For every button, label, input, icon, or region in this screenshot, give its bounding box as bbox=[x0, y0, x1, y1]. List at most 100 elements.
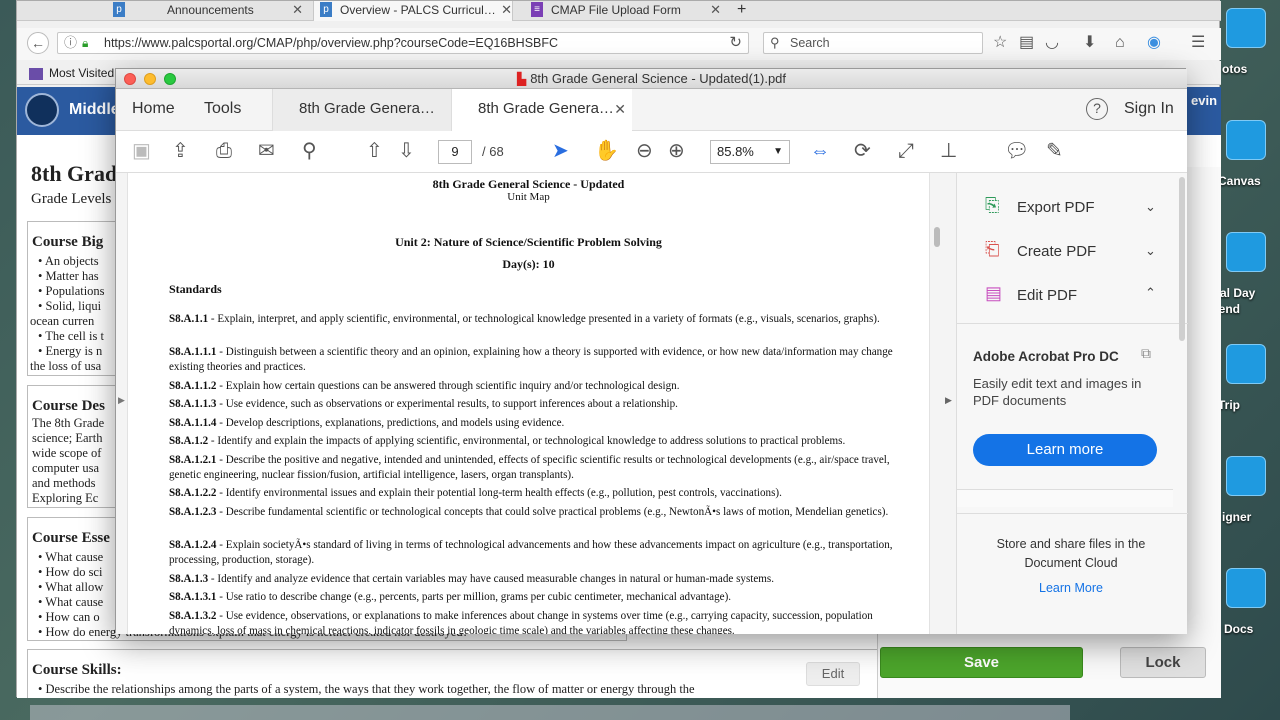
pdf-page[interactable]: 8th Grade General Science - Updated Unit… bbox=[128, 173, 929, 634]
save-icon[interactable]: ▣ bbox=[132, 139, 151, 163]
desktop-folder-icon[interactable] bbox=[1226, 568, 1266, 608]
zoom-select[interactable]: 85.8% ▼ bbox=[710, 140, 790, 164]
tab-label: CMAP File Upload Form bbox=[551, 3, 681, 17]
expand-left-panel-icon[interactable]: ▶ bbox=[118, 395, 125, 406]
copy-icon[interactable]: ⧉ bbox=[1141, 345, 1151, 362]
folder-icon bbox=[29, 67, 43, 80]
select-tool-icon[interactable]: ➤ bbox=[552, 139, 569, 163]
edit-pdf-label: Edit PDF bbox=[1017, 287, 1078, 304]
tab-home[interactable]: Home bbox=[132, 89, 175, 131]
zoom-window-icon[interactable] bbox=[164, 73, 176, 85]
desktop-label: Trip bbox=[1218, 398, 1241, 412]
export-pdf-item[interactable]: ⎘ Export PDF ⌄ bbox=[973, 195, 1173, 219]
collapsed-tools-list[interactable] bbox=[957, 489, 1173, 507]
lock-icon: 🔒︎ bbox=[82, 36, 89, 50]
url-text: https://www.palcsportal.org/CMAP/php/ove… bbox=[104, 36, 559, 50]
close-tab-icon[interactable]: ✕ bbox=[614, 89, 626, 129]
minimize-window-icon[interactable] bbox=[144, 73, 156, 85]
pocket-icon[interactable]: ◡ bbox=[1045, 33, 1059, 53]
user-name[interactable]: evin bbox=[1191, 93, 1217, 108]
page-number-input[interactable]: 9 bbox=[438, 140, 472, 164]
chevron-up-icon: ⌃ bbox=[1145, 285, 1156, 300]
learn-more-button[interactable]: Learn more bbox=[973, 434, 1157, 466]
print-icon[interactable]: ⎙ bbox=[216, 139, 232, 163]
comment-icon[interactable]: 💬︎ bbox=[1004, 139, 1029, 163]
search-input[interactable]: ⚲ Search bbox=[763, 32, 983, 54]
doc-subtitle: Unit Map bbox=[507, 191, 550, 203]
desktop-folder-icon[interactable] bbox=[1226, 344, 1266, 384]
highlight-icon[interactable]: ✎ bbox=[1046, 139, 1063, 163]
save-button[interactable]: Save bbox=[880, 647, 1083, 678]
email-icon[interactable]: ✉ bbox=[258, 139, 275, 163]
upload-cloud-icon[interactable]: ⇪ bbox=[172, 139, 189, 163]
hand-tool-icon[interactable]: ✋ bbox=[594, 139, 619, 163]
help-icon[interactable]: ? bbox=[1086, 98, 1108, 120]
fit-width-icon[interactable]: ⇔ bbox=[810, 139, 830, 163]
tab-label: Announcements bbox=[167, 3, 254, 17]
page-down-icon[interactable]: ⇩ bbox=[398, 139, 415, 163]
essential-item: How can o bbox=[45, 610, 100, 624]
zoom-out-icon[interactable]: ⊖ bbox=[636, 139, 653, 163]
essential-heading: Course Esse bbox=[32, 530, 110, 546]
reload-icon[interactable]: ↻ bbox=[729, 33, 742, 53]
tab-document-1[interactable]: 8th Grade Genera… bbox=[272, 89, 452, 131]
standard-item: S8.A.1.1.1 - Distinguish between a scien… bbox=[169, 346, 893, 373]
menu-icon[interactable]: ☰ bbox=[1191, 33, 1205, 53]
browser-tab[interactable]: ≡ CMAP File Upload Form ✕ bbox=[525, 1, 721, 21]
url-bar[interactable]: ⓘ 🔒︎ https://www.palcsportal.org/CMAP/ph… bbox=[57, 32, 749, 54]
tab-tools[interactable]: Tools bbox=[204, 89, 241, 131]
promo-title: Adobe Acrobat Pro DC bbox=[973, 349, 1119, 364]
zoom-in-icon[interactable]: ⊕ bbox=[668, 139, 685, 163]
scrollbar-thumb[interactable] bbox=[934, 227, 940, 247]
close-tab-icon[interactable]: ✕ bbox=[292, 1, 303, 19]
standard-item: S8.A.1.1.2 - Explain how certain questio… bbox=[169, 380, 680, 392]
standard-item: S8.A.1.1.4 - Develop descriptions, expla… bbox=[169, 417, 565, 429]
desktop-folder-icon[interactable] bbox=[1226, 120, 1266, 160]
essential-item: What allow bbox=[45, 580, 104, 594]
new-tab-icon[interactable]: + bbox=[731, 1, 751, 21]
downloads-icon[interactable]: ⬇ bbox=[1083, 33, 1096, 53]
close-tab-icon[interactable]: ✕ bbox=[501, 1, 512, 19]
big-idea-item: Matter has bbox=[45, 269, 99, 283]
big-idea-item: the loss of usa bbox=[30, 359, 102, 373]
cloud-learn-more-link[interactable]: Learn More bbox=[971, 581, 1171, 595]
home-icon[interactable]: ⌂ bbox=[1115, 33, 1125, 53]
expand-right-panel-icon[interactable]: ▶ bbox=[945, 395, 952, 406]
desktop-folder-icon[interactable] bbox=[1226, 456, 1266, 496]
edit-button[interactable]: Edit bbox=[806, 662, 860, 686]
page-up-icon[interactable]: ⇧ bbox=[366, 139, 383, 163]
tab-label: 8th Grade Genera… bbox=[478, 100, 614, 117]
rotate-icon[interactable]: ⟳ bbox=[854, 139, 871, 163]
lock-button[interactable]: Lock bbox=[1120, 647, 1206, 678]
bookmark-star-icon[interactable]: ☆ bbox=[993, 33, 1007, 53]
bookmark-most-visited[interactable]: Most Visited bbox=[49, 66, 114, 80]
measure-icon[interactable]: ⊥ bbox=[940, 139, 957, 163]
desktop-folder-icon[interactable] bbox=[1226, 8, 1266, 48]
browser-nav-bar: ← ⓘ 🔒︎ https://www.palcsportal.org/CMAP/… bbox=[17, 28, 1221, 60]
browser-tab[interactable]: p Announcements ✕ bbox=[107, 1, 303, 21]
essential-item: What cause bbox=[45, 550, 104, 564]
dock bbox=[30, 705, 1070, 720]
edit-pdf-item[interactable]: ▤ Edit PDF ⌃ bbox=[973, 283, 1173, 307]
close-window-icon[interactable] bbox=[124, 73, 136, 85]
sign-in-button[interactable]: Sign In bbox=[1124, 89, 1174, 131]
pane-scrollbar-thumb[interactable] bbox=[1179, 177, 1185, 341]
acrobat-title-bar: ▙ 8th Grade General Science - Updated(1).… bbox=[116, 69, 1187, 89]
close-tab-icon[interactable]: ✕ bbox=[710, 1, 721, 19]
reading-list-icon[interactable]: ▤ bbox=[1019, 33, 1034, 53]
desktop-folder-icon[interactable] bbox=[1226, 232, 1266, 272]
big-idea-item: Solid, liqui bbox=[45, 299, 102, 313]
pdf-scrollbar[interactable]: ▶ bbox=[929, 173, 956, 634]
standards-heading: Standards bbox=[169, 282, 222, 296]
search-icon[interactable]: ⚲ bbox=[302, 139, 317, 163]
info-icon[interactable]: ⓘ bbox=[64, 33, 77, 53]
browser-tab-active[interactable]: p Overview - PALCS Curricul… ✕ bbox=[313, 1, 513, 21]
chevron-down-icon: ⌄ bbox=[1145, 243, 1156, 258]
tab-document-2[interactable]: 8th Grade Genera… ✕ bbox=[452, 89, 632, 132]
description-section: Course Des The 8th Grade science; Earth … bbox=[27, 385, 127, 508]
cloud-text: Store and share files in the Document Cl… bbox=[996, 537, 1146, 570]
extension-icon[interactable]: ◉ bbox=[1147, 33, 1161, 53]
create-pdf-item[interactable]: ⎗ Create PDF ⌄ bbox=[973, 239, 1173, 263]
back-icon[interactable]: ← bbox=[27, 32, 49, 54]
fullscreen-icon[interactable]: ⤢ bbox=[898, 139, 914, 163]
